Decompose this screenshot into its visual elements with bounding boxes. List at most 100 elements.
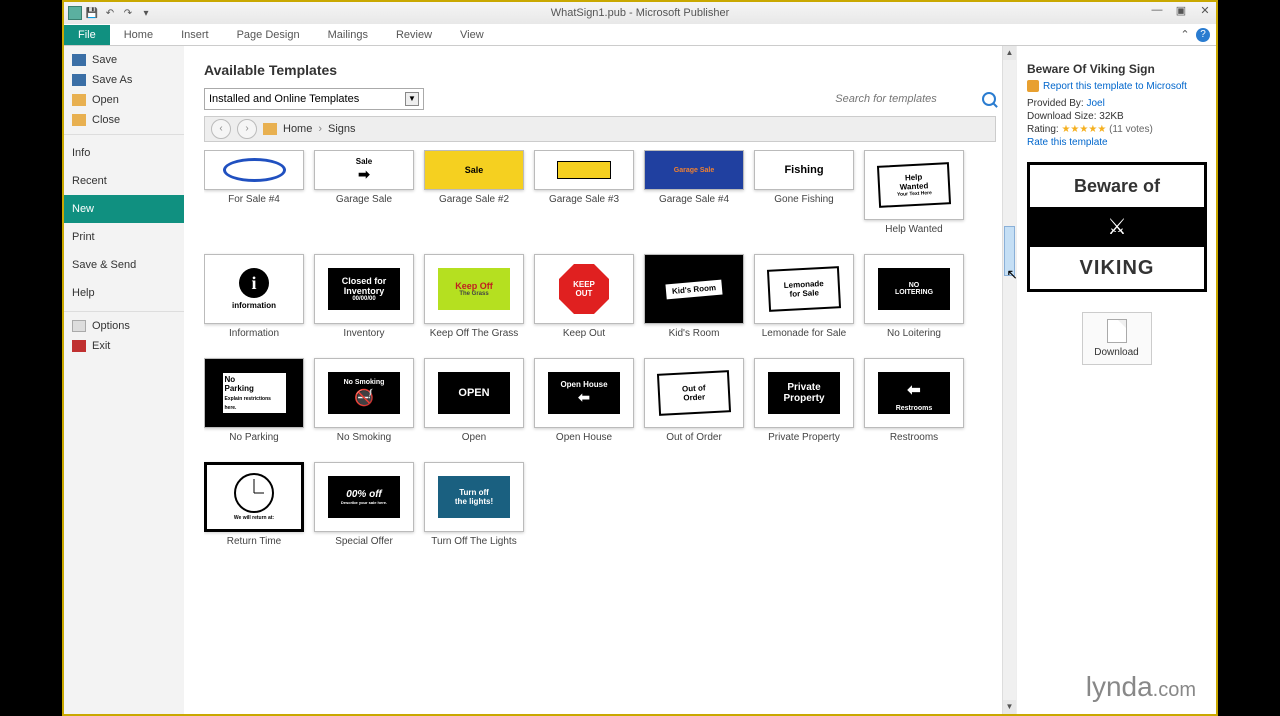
download-button[interactable]: Download — [1082, 312, 1152, 365]
home-icon[interactable] — [263, 123, 277, 135]
maximize-button[interactable]: ▣ — [1174, 4, 1188, 18]
breadcrumb-signs[interactable]: Signs — [328, 123, 356, 135]
report-template-link[interactable]: Report this template to Microsoft — [1027, 80, 1206, 92]
template-lemonade[interactable]: Lemonadefor Sale Lemonade for Sale — [754, 254, 854, 340]
sidebar-save[interactable]: Save — [64, 50, 184, 70]
template-source-combo[interactable]: Installed and Online Templates ▼ — [204, 88, 424, 110]
backstage-sidebar: Save Save As Open Close Info Recent New … — [64, 46, 184, 714]
ribbon-tabs: File Home Insert Page Design Mailings Re… — [64, 24, 1216, 46]
quick-access-toolbar: 💾 ↶ ↷ ▾ — [64, 5, 154, 21]
star-icons: ★★★★★ — [1061, 124, 1106, 135]
tab-home[interactable]: Home — [110, 25, 167, 45]
lynda-logo: lynda.com — [1086, 671, 1196, 704]
user-icon — [1027, 80, 1039, 92]
template-out-of-order[interactable]: Out ofOrder Out of Order — [644, 358, 744, 444]
top-controls: Installed and Online Templates ▼ — [204, 88, 996, 110]
window-title: WhatSign1.pub - Microsoft Publisher — [551, 7, 730, 19]
cursor-icon: ↖ — [1006, 266, 1016, 283]
exit-icon — [72, 340, 86, 352]
save-as-icon — [72, 74, 86, 86]
ribbon-minimize-icon[interactable]: ⌃ — [1178, 28, 1192, 42]
save-icon — [72, 54, 86, 66]
template-no-smoking[interactable]: No Smoking🚭 No Smoking — [314, 358, 414, 444]
close-button[interactable]: ✕ — [1198, 4, 1212, 18]
qat-undo-icon[interactable]: ↶ — [102, 5, 118, 21]
tab-insert[interactable]: Insert — [167, 25, 223, 45]
sidebar-exit[interactable]: Exit — [64, 336, 184, 356]
template-for-sale-4[interactable]: For Sale #4 — [204, 150, 304, 236]
tab-page-design[interactable]: Page Design — [223, 25, 314, 45]
sidebar-close[interactable]: Close — [64, 110, 184, 130]
detail-title: Beware Of Viking Sign — [1027, 62, 1206, 76]
breadcrumb-home[interactable]: Home — [283, 123, 312, 135]
template-help-wanted[interactable]: HelpWantedYour Text Here Help Wanted — [864, 150, 964, 236]
app-icon — [68, 6, 82, 20]
templates-area: Available Templates Installed and Online… — [184, 46, 1016, 714]
details-panel: Beware Of Viking Sign Report this templa… — [1016, 46, 1216, 714]
template-gallery: For Sale #4 Sale➡ Garage Sale Sale Garag… — [204, 150, 996, 548]
search-icon[interactable] — [982, 92, 996, 106]
qat-save-icon[interactable]: 💾 — [84, 5, 100, 21]
sidebar-save-send[interactable]: Save & Send — [64, 251, 184, 279]
title-bar: 💾 ↶ ↷ ▾ WhatSign1.pub - Microsoft Publis… — [64, 2, 1216, 24]
sidebar-print[interactable]: Print — [64, 223, 184, 251]
back-button[interactable]: ‹ — [211, 119, 231, 139]
forward-button[interactable]: › — [237, 119, 257, 139]
template-keep-out[interactable]: KEEPOUT Keep Out — [534, 254, 634, 340]
scroll-down-icon[interactable]: ▼ — [1003, 700, 1016, 714]
document-icon — [1107, 319, 1127, 343]
breadcrumb-bar: ‹ › Home › Signs — [204, 116, 996, 142]
template-private-property[interactable]: PrivateProperty Private Property — [754, 358, 854, 444]
minimize-button[interactable]: — — [1150, 4, 1164, 18]
available-templates-heading: Available Templates — [204, 62, 996, 78]
template-special-offer[interactable]: 00% offDescribe your sale here. Special … — [314, 462, 414, 548]
tab-file[interactable]: File — [64, 25, 110, 45]
template-return-time[interactable]: We will return at: Return Time — [204, 462, 304, 548]
template-open[interactable]: OPEN Open — [424, 358, 524, 444]
gallery-scrollbar[interactable]: ▲ ▼ ↖ — [1002, 46, 1016, 714]
rate-template-link[interactable]: Rate this template — [1027, 137, 1108, 148]
close-icon — [72, 114, 86, 126]
help-icon[interactable]: ? — [1196, 28, 1210, 42]
template-preview: Beware of ⚔ VIKING — [1027, 162, 1207, 292]
tab-view[interactable]: View — [446, 25, 498, 45]
sidebar-save-as[interactable]: Save As — [64, 70, 184, 90]
tab-review[interactable]: Review — [382, 25, 446, 45]
template-inventory[interactable]: Closed forInventory00/00/00 Inventory — [314, 254, 414, 340]
open-icon — [72, 94, 86, 106]
content-area: Available Templates Installed and Online… — [184, 46, 1216, 714]
template-no-loitering[interactable]: NOLOITERING No Loitering — [864, 254, 964, 340]
template-turn-off-lights[interactable]: Turn offthe lights! Turn Off The Lights — [424, 462, 524, 548]
rating: Rating: ★★★★★ (11 votes) — [1027, 124, 1206, 135]
tab-mailings[interactable]: Mailings — [314, 25, 382, 45]
sidebar-info[interactable]: Info — [64, 139, 184, 167]
template-garage-sale-2[interactable]: Sale Garage Sale #2 — [424, 150, 524, 236]
window-controls: — ▣ ✕ — [1150, 4, 1212, 18]
download-size: Download Size: 32KB — [1027, 111, 1206, 122]
template-garage-sale-3[interactable]: Garage Sale #3 — [534, 150, 634, 236]
app-window: 💾 ↶ ↷ ▾ WhatSign1.pub - Microsoft Publis… — [62, 0, 1218, 716]
sidebar-options[interactable]: Options — [64, 316, 184, 336]
provided-by: Provided By: Joel — [1027, 98, 1206, 109]
template-garage-sale[interactable]: Sale➡ Garage Sale — [314, 150, 414, 236]
template-restrooms[interactable]: ⬅Restrooms Restrooms — [864, 358, 964, 444]
template-keep-off-grass[interactable]: Keep OffThe Grass Keep Off The Grass — [424, 254, 524, 340]
viking-icon: ⚔ — [1030, 207, 1204, 247]
template-garage-sale-4[interactable]: Garage Sale Garage Sale #4 — [644, 150, 744, 236]
scroll-up-icon[interactable]: ▲ — [1003, 46, 1016, 60]
sidebar-help[interactable]: Help — [64, 279, 184, 307]
search-area — [796, 92, 996, 106]
template-no-parking[interactable]: NoParkingExplain restrictions here. No P… — [204, 358, 304, 444]
sidebar-open[interactable]: Open — [64, 90, 184, 110]
qat-redo-icon[interactable]: ↷ — [120, 5, 136, 21]
template-information[interactable]: iinformation Information — [204, 254, 304, 340]
template-kids-room[interactable]: Kid's Room Kid's Room — [644, 254, 744, 340]
sidebar-recent[interactable]: Recent — [64, 167, 184, 195]
template-gone-fishing[interactable]: Fishing Gone Fishing — [754, 150, 854, 236]
qat-customize-icon[interactable]: ▾ — [138, 5, 154, 21]
template-open-house[interactable]: Open House⬅ Open House — [534, 358, 634, 444]
options-icon — [72, 320, 86, 332]
sidebar-new[interactable]: New — [64, 195, 184, 223]
chevron-down-icon[interactable]: ▼ — [405, 92, 419, 106]
search-input[interactable] — [796, 93, 976, 105]
